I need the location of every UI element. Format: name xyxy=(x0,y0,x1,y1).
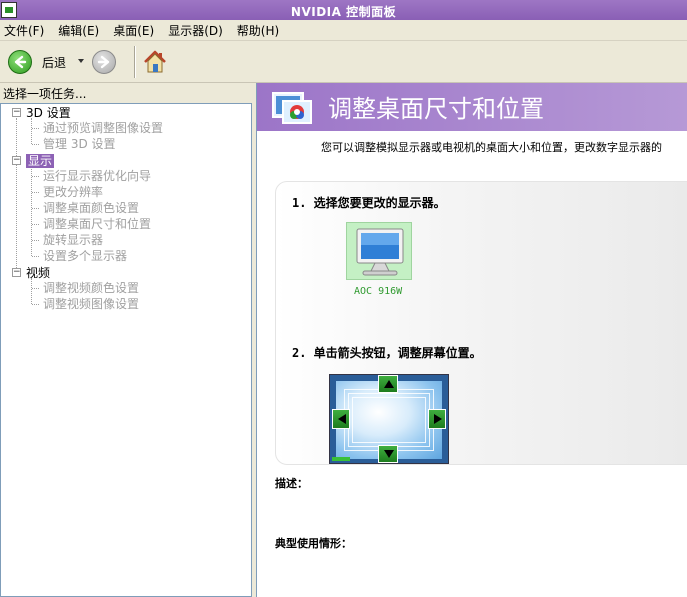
step1-heading: 1. 选择您要更改的显示器。 xyxy=(292,196,446,210)
menu-display[interactable]: 显示器(D) xyxy=(168,22,223,39)
description-label: 描述： xyxy=(275,477,308,490)
tree-connector xyxy=(32,240,39,241)
tree-connector xyxy=(16,118,17,276)
tree-connector xyxy=(32,256,39,257)
menu-desktop[interactable]: 桌面(E) xyxy=(113,22,154,39)
toolbar-separator xyxy=(134,46,136,78)
position-indicator xyxy=(332,457,350,461)
tree-item-video-color[interactable]: 调整视频颜色设置 xyxy=(43,280,139,296)
menu-bar: 文件(F) 编辑(E) 桌面(E) 显示器(D) 帮助(H) xyxy=(0,20,687,41)
tree-item-desktop-size-position[interactable]: 调整桌面尺寸和位置 xyxy=(43,216,151,232)
typical-usage-label: 典型使用情形： xyxy=(275,537,352,550)
move-up-button[interactable] xyxy=(378,375,398,393)
window-title: NVIDIA 控制面板 xyxy=(290,5,397,19)
content-pane: 调整桌面尺寸和位置 您可以调整模拟显示器或电视机的桌面大小和位置，更改数字显示器… xyxy=(256,83,687,597)
tree-connector xyxy=(32,176,39,177)
tree-item-video[interactable]: 视频 xyxy=(26,265,50,281)
tree-connector xyxy=(32,304,39,305)
home-button[interactable] xyxy=(142,49,168,75)
page-title: 调整桌面尺寸和位置 xyxy=(328,95,544,123)
arrow-right-icon xyxy=(97,55,110,69)
menu-edit[interactable]: 编辑(E) xyxy=(58,22,99,39)
arrow-right-icon xyxy=(434,414,442,424)
back-history-dropdown-icon[interactable] xyxy=(78,59,84,63)
move-left-button[interactable] xyxy=(332,409,350,429)
tree-connector xyxy=(32,144,39,145)
tree-item-preview-image-settings[interactable]: 通过预览调整图像设置 xyxy=(43,120,163,136)
tree-item-display[interactable]: 显示 xyxy=(26,153,55,169)
page-banner: 调整桌面尺寸和位置 xyxy=(257,83,687,131)
collapse-icon[interactable]: − xyxy=(12,268,21,277)
screen-position-control xyxy=(329,374,449,464)
task-pane-header: 选择一项任务... xyxy=(3,87,87,101)
position-frame xyxy=(352,397,426,443)
title-bar: NVIDIA 控制面板 xyxy=(0,0,687,20)
arrow-left-icon xyxy=(338,414,346,424)
tree-item-video-image[interactable]: 调整视频图像设置 xyxy=(43,296,139,312)
tree-connector xyxy=(31,278,32,304)
menu-file[interactable]: 文件(F) xyxy=(4,22,44,39)
monitor-icon xyxy=(356,228,404,276)
task-tree: − 3D 设置 通过预览调整图像设置 管理 3D 设置 − 显示 运行显示器优化… xyxy=(0,103,252,597)
arrow-down-icon xyxy=(384,450,394,458)
collapse-icon[interactable]: − xyxy=(12,156,21,165)
monitor-name: AOC 916W xyxy=(354,286,403,297)
tree-connector xyxy=(31,118,32,144)
tree-item-multiple-displays[interactable]: 设置多个显示器 xyxy=(43,248,127,264)
toolbar: 后退 xyxy=(0,41,687,83)
move-right-button[interactable] xyxy=(428,409,446,429)
display-settings-icon xyxy=(272,92,312,124)
tree-connector xyxy=(32,128,39,129)
move-down-button[interactable] xyxy=(378,445,398,463)
tree-item-optimize-wizard[interactable]: 运行显示器优化向导 xyxy=(43,168,151,184)
back-label[interactable]: 后退 xyxy=(42,54,66,71)
step2-heading: 2. 单击箭头按钮，调整屏幕位置。 xyxy=(292,346,482,360)
tree-item-3d-settings[interactable]: 3D 设置 xyxy=(26,105,71,121)
tree-connector xyxy=(32,224,39,225)
arrow-left-icon xyxy=(14,55,27,69)
settings-panel: 1. 选择您要更改的显示器。 AOC 916W 2. 单击箭头按钮，调整屏幕位置… xyxy=(275,181,687,465)
tree-connector xyxy=(32,208,39,209)
arrow-up-icon xyxy=(384,380,394,388)
tree-item-display-label[interactable]: 显示 xyxy=(26,154,55,168)
page-description: 您可以调整模拟显示器或电视机的桌面大小和位置，更改数字显示器的 xyxy=(321,141,662,154)
tree-item-manage-3d-settings[interactable]: 管理 3D 设置 xyxy=(43,136,116,152)
tree-item-change-resolution[interactable]: 更改分辨率 xyxy=(43,184,103,200)
display-selector-aoc[interactable] xyxy=(346,222,412,280)
home-icon xyxy=(144,50,166,73)
collapse-icon[interactable]: − xyxy=(12,108,21,117)
menu-help[interactable]: 帮助(H) xyxy=(237,22,279,39)
tree-item-rotate-display[interactable]: 旋转显示器 xyxy=(43,232,103,248)
forward-button[interactable] xyxy=(92,50,116,74)
tree-connector xyxy=(31,166,32,256)
tree-connector xyxy=(32,192,39,193)
tree-connector xyxy=(32,288,39,289)
tree-item-desktop-color[interactable]: 调整桌面颜色设置 xyxy=(43,200,139,216)
back-button[interactable] xyxy=(8,50,32,74)
